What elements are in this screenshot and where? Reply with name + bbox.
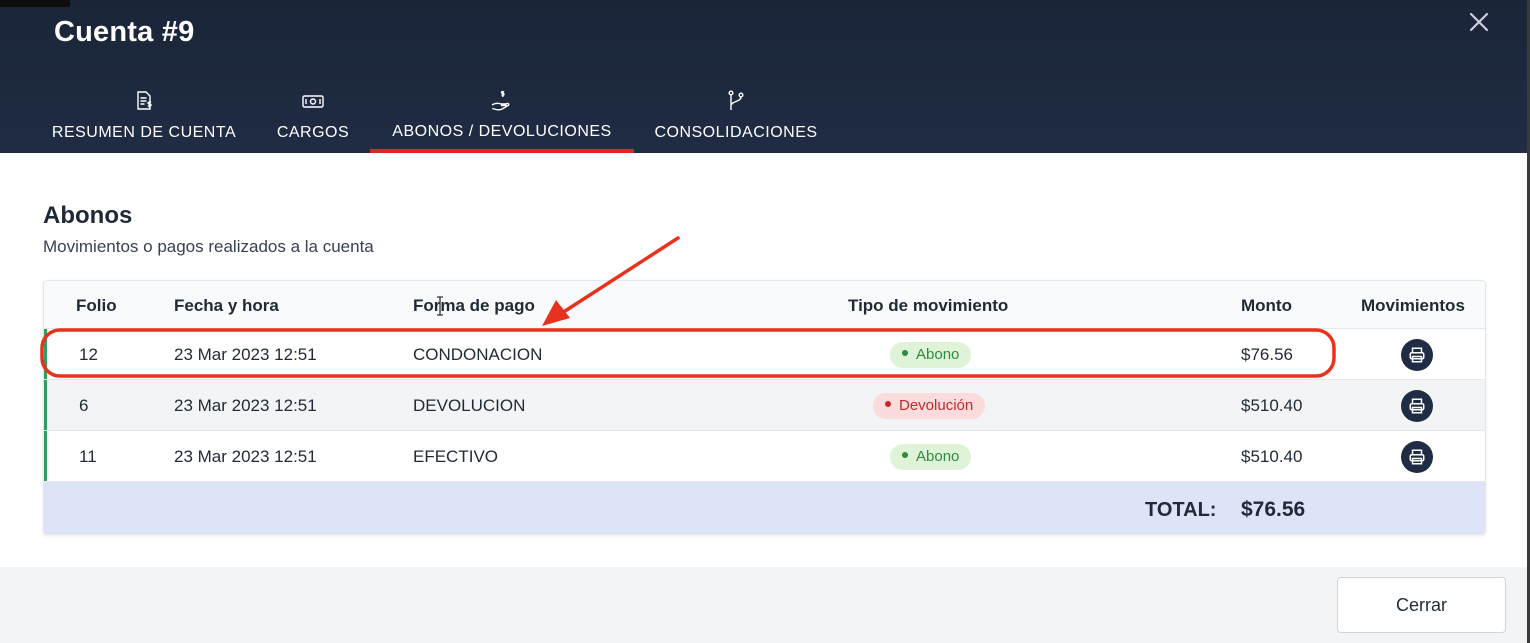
- status-badge: Abono: [890, 342, 972, 368]
- tab-abonos-devoluciones[interactable]: ABONOS / DEVOLUCIONES: [370, 86, 634, 153]
- table-row[interactable]: 11 23 Mar 2023 12:51 EFECTIVO Abono $510…: [44, 431, 1485, 482]
- cell-monto: $510.40: [1241, 447, 1303, 466]
- abonos-table: Folio Fecha y hora Forma de pago Tipo de…: [43, 280, 1486, 535]
- total-row: TOTAL: $76.56: [44, 482, 1485, 534]
- cell-forma-de-pago: DEVOLUCION: [413, 396, 526, 415]
- window-strip: [0, 0, 70, 7]
- status-dot: [902, 350, 908, 357]
- status-badge: Devolución: [873, 393, 986, 419]
- table-row[interactable]: 6 23 Mar 2023 12:51 DEVOLUCION Devolució…: [44, 380, 1485, 431]
- status-dot: [885, 401, 891, 408]
- column-header-tipo-de-movimiento[interactable]: Tipo de movimiento: [848, 296, 1008, 316]
- tab-label: ABONOS / DEVOLUCIONES: [392, 123, 612, 140]
- column-header-movimientos[interactable]: Movimientos: [1361, 296, 1465, 316]
- banknote-icon: [301, 89, 325, 113]
- column-header-fecha[interactable]: Fecha y hora: [174, 296, 279, 316]
- print-button[interactable]: [1401, 441, 1433, 473]
- cell-monto: $76.56: [1241, 345, 1293, 364]
- cell-folio: 6: [79, 396, 89, 415]
- section-subtitle: Movimientos o pagos realizados a la cuen…: [43, 237, 374, 256]
- close-button[interactable]: Cerrar: [1337, 577, 1506, 633]
- cell-forma-de-pago: EFECTIVO: [413, 447, 499, 466]
- modal-header: Cuenta #9 RESUMEN DE CUENTA CARGOS ABONO…: [0, 0, 1527, 153]
- modal-footer: Cerrar: [0, 567, 1527, 643]
- hand-dollar-icon: [490, 89, 514, 113]
- print-button[interactable]: [1401, 339, 1433, 371]
- active-tab-indicator: [370, 149, 634, 153]
- badge-label: Devolución: [899, 397, 974, 414]
- print-button[interactable]: [1401, 390, 1433, 422]
- invoice-dollar-icon: [132, 89, 156, 113]
- cell-fecha: 23 Mar 2023 12:51: [174, 345, 317, 364]
- cell-forma-de-pago: CONDONACION: [413, 345, 543, 364]
- total-value: $76.56: [1241, 498, 1306, 521]
- column-header-folio[interactable]: Folio: [76, 296, 117, 316]
- status-badge: Abono: [890, 444, 972, 470]
- column-header-monto[interactable]: Monto: [1241, 296, 1292, 316]
- close-icon[interactable]: [1463, 6, 1495, 38]
- cell-fecha: 23 Mar 2023 12:51: [174, 396, 317, 415]
- printer-icon: [1409, 347, 1425, 363]
- tab-label: CONSOLIDACIONES: [654, 124, 818, 141]
- total-label: TOTAL:: [1145, 499, 1217, 521]
- tab-label: CARGOS: [276, 124, 350, 141]
- table-row[interactable]: 12 23 Mar 2023 12:51 CONDONACION Abono $…: [44, 329, 1485, 380]
- merge-branch-icon: [724, 89, 748, 113]
- cell-monto: $510.40: [1241, 396, 1303, 415]
- badge-label: Abono: [916, 448, 960, 465]
- section-title: Abonos: [43, 202, 133, 229]
- tab-cargos[interactable]: CARGOS: [268, 86, 358, 153]
- cell-folio: 11: [79, 447, 97, 466]
- table-header: Folio Fecha y hora Forma de pago Tipo de…: [44, 281, 1485, 329]
- cell-fecha: 23 Mar 2023 12:51: [174, 447, 317, 466]
- tab-label: RESUMEN DE CUENTA: [51, 124, 237, 141]
- printer-icon: [1409, 398, 1425, 414]
- tab-resumen-de-cuenta[interactable]: RESUMEN DE CUENTA: [44, 86, 244, 153]
- cell-folio: 12: [79, 345, 98, 364]
- modal-title: Cuenta #9: [54, 16, 195, 48]
- status-dot: [902, 452, 908, 459]
- tab-consolidaciones[interactable]: CONSOLIDACIONES: [646, 86, 826, 153]
- account-modal: Cuenta #9 RESUMEN DE CUENTA CARGOS ABONO…: [0, 0, 1527, 643]
- printer-icon: [1409, 449, 1425, 465]
- column-header-forma-de-pago[interactable]: Forma de pago: [413, 296, 535, 316]
- badge-label: Abono: [916, 346, 960, 363]
